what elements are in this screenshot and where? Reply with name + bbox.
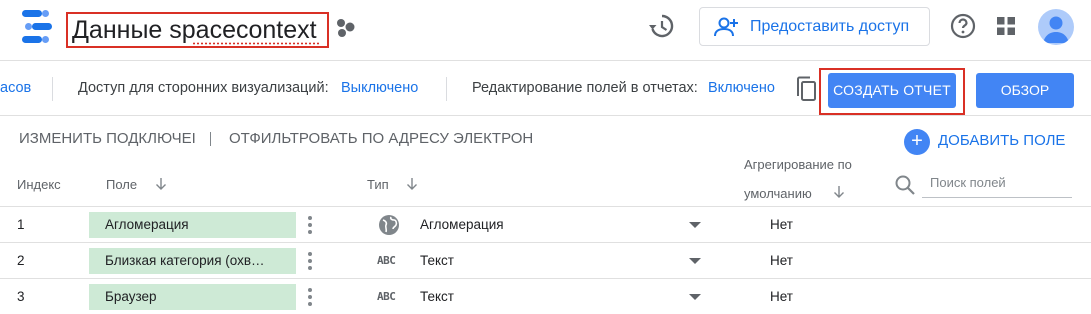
- field-type-select[interactable]: Текст: [420, 243, 454, 278]
- title-highlight-frame: Данные spacecontext: [66, 12, 329, 48]
- data-source-toolbar: асов Доступ для сторонних визуализаций: …: [0, 60, 1091, 116]
- apps-grid-icon[interactable]: [997, 17, 1015, 35]
- row-index: 2: [17, 253, 25, 268]
- dropdown-arrow-icon[interactable]: [689, 258, 701, 264]
- column-header-aggregation[interactable]: Агрегирование по: [744, 157, 852, 172]
- field-name-chip[interactable]: Браузер: [89, 284, 296, 310]
- dropdown-arrow-icon[interactable]: [689, 222, 701, 228]
- add-field-button[interactable]: ДОБАВИТЬ ПОЛЕ: [938, 116, 1065, 166]
- copy-icon[interactable]: [794, 76, 818, 102]
- row-index: 1: [17, 217, 25, 232]
- field-name-chip[interactable]: Близкая категория (охв…: [89, 248, 296, 274]
- sort-arrow-down-icon[interactable]: [833, 185, 845, 199]
- add-person-icon: [714, 17, 738, 37]
- field-type-select[interactable]: Текст: [420, 279, 454, 314]
- aggregation-select[interactable]: Нет: [770, 279, 793, 314]
- table-row[interactable]: 1 Агломерация Агломерация Нет: [0, 206, 1091, 242]
- truncated-left-link[interactable]: асов: [0, 61, 31, 116]
- create-report-button[interactable]: СОЗДАТЬ ОТЧЕТ: [828, 73, 956, 108]
- search-icon: [895, 175, 915, 195]
- table-row[interactable]: 3 Браузер ABC Текст Нет: [0, 278, 1091, 314]
- globe-icon: [379, 215, 399, 235]
- field-name-chip[interactable]: Агломерация: [89, 212, 296, 238]
- spellcheck-underline: [192, 42, 319, 45]
- field-actions-bar: ИЗМЕНИТЬ ПОДКЛЮЧЕI ОТФИЛЬТРОВАТЬ ПО АДРЕ…: [0, 116, 1091, 164]
- column-header-index: Индекс: [17, 177, 61, 192]
- field-type-select[interactable]: Агломерация: [420, 207, 504, 242]
- connected-sources-icon[interactable]: [335, 17, 357, 39]
- sort-arrow-down-icon[interactable]: [155, 177, 167, 191]
- report-edit-toggle[interactable]: Включено: [708, 61, 775, 116]
- add-icon[interactable]: +: [904, 129, 930, 155]
- toolbar-divider: [52, 77, 53, 101]
- help-icon[interactable]: [950, 13, 976, 39]
- filter-by-email-button[interactable]: ОТФИЛЬТРОВАТЬ ПО АДРЕСУ ЭЛЕКТРОН: [229, 116, 533, 162]
- more-vert-icon[interactable]: [304, 215, 316, 235]
- share-button[interactable]: Предоставить доступ: [699, 7, 930, 46]
- dropdown-arrow-icon[interactable]: [689, 294, 701, 300]
- third-party-viz-label: Доступ для сторонних визуализаций:: [78, 80, 329, 96]
- data-studio-logo-icon[interactable]: [22, 10, 56, 46]
- aggregation-select[interactable]: Нет: [770, 243, 793, 278]
- share-button-label: Предоставить доступ: [750, 18, 910, 35]
- column-header-type[interactable]: Тип: [367, 177, 389, 192]
- column-header-field[interactable]: Поле: [106, 177, 137, 192]
- sort-arrow-down-icon[interactable]: [406, 177, 418, 191]
- account-avatar[interactable]: [1038, 9, 1074, 45]
- abc-text-icon: ABC: [377, 254, 396, 267]
- history-icon[interactable]: [647, 12, 675, 40]
- user-silhouette-icon: [1043, 16, 1069, 43]
- more-vert-icon[interactable]: [304, 251, 316, 271]
- more-vert-icon[interactable]: [304, 287, 316, 307]
- abc-text-icon: ABC: [377, 290, 396, 303]
- aggregation-select[interactable]: Нет: [770, 207, 793, 242]
- toolbar-divider: [446, 77, 447, 101]
- field-search-input[interactable]: [922, 168, 1072, 198]
- column-header-aggregation-line2: умолчанию: [744, 186, 812, 201]
- app-header: Данные spacecontext Предоставить доступ: [0, 0, 1091, 60]
- row-index: 3: [17, 289, 25, 304]
- third-party-viz-toggle[interactable]: Выключено: [341, 61, 418, 116]
- edit-connection-button[interactable]: ИЗМЕНИТЬ ПОДКЛЮЧЕI: [19, 116, 196, 162]
- action-divider: [210, 132, 211, 146]
- overview-button[interactable]: ОБЗОР: [976, 73, 1074, 108]
- report-edit-label: Редактирование полей в отчетах:: [472, 80, 698, 96]
- table-row[interactable]: 2 Близкая категория (охв… ABC Текст Нет: [0, 242, 1091, 278]
